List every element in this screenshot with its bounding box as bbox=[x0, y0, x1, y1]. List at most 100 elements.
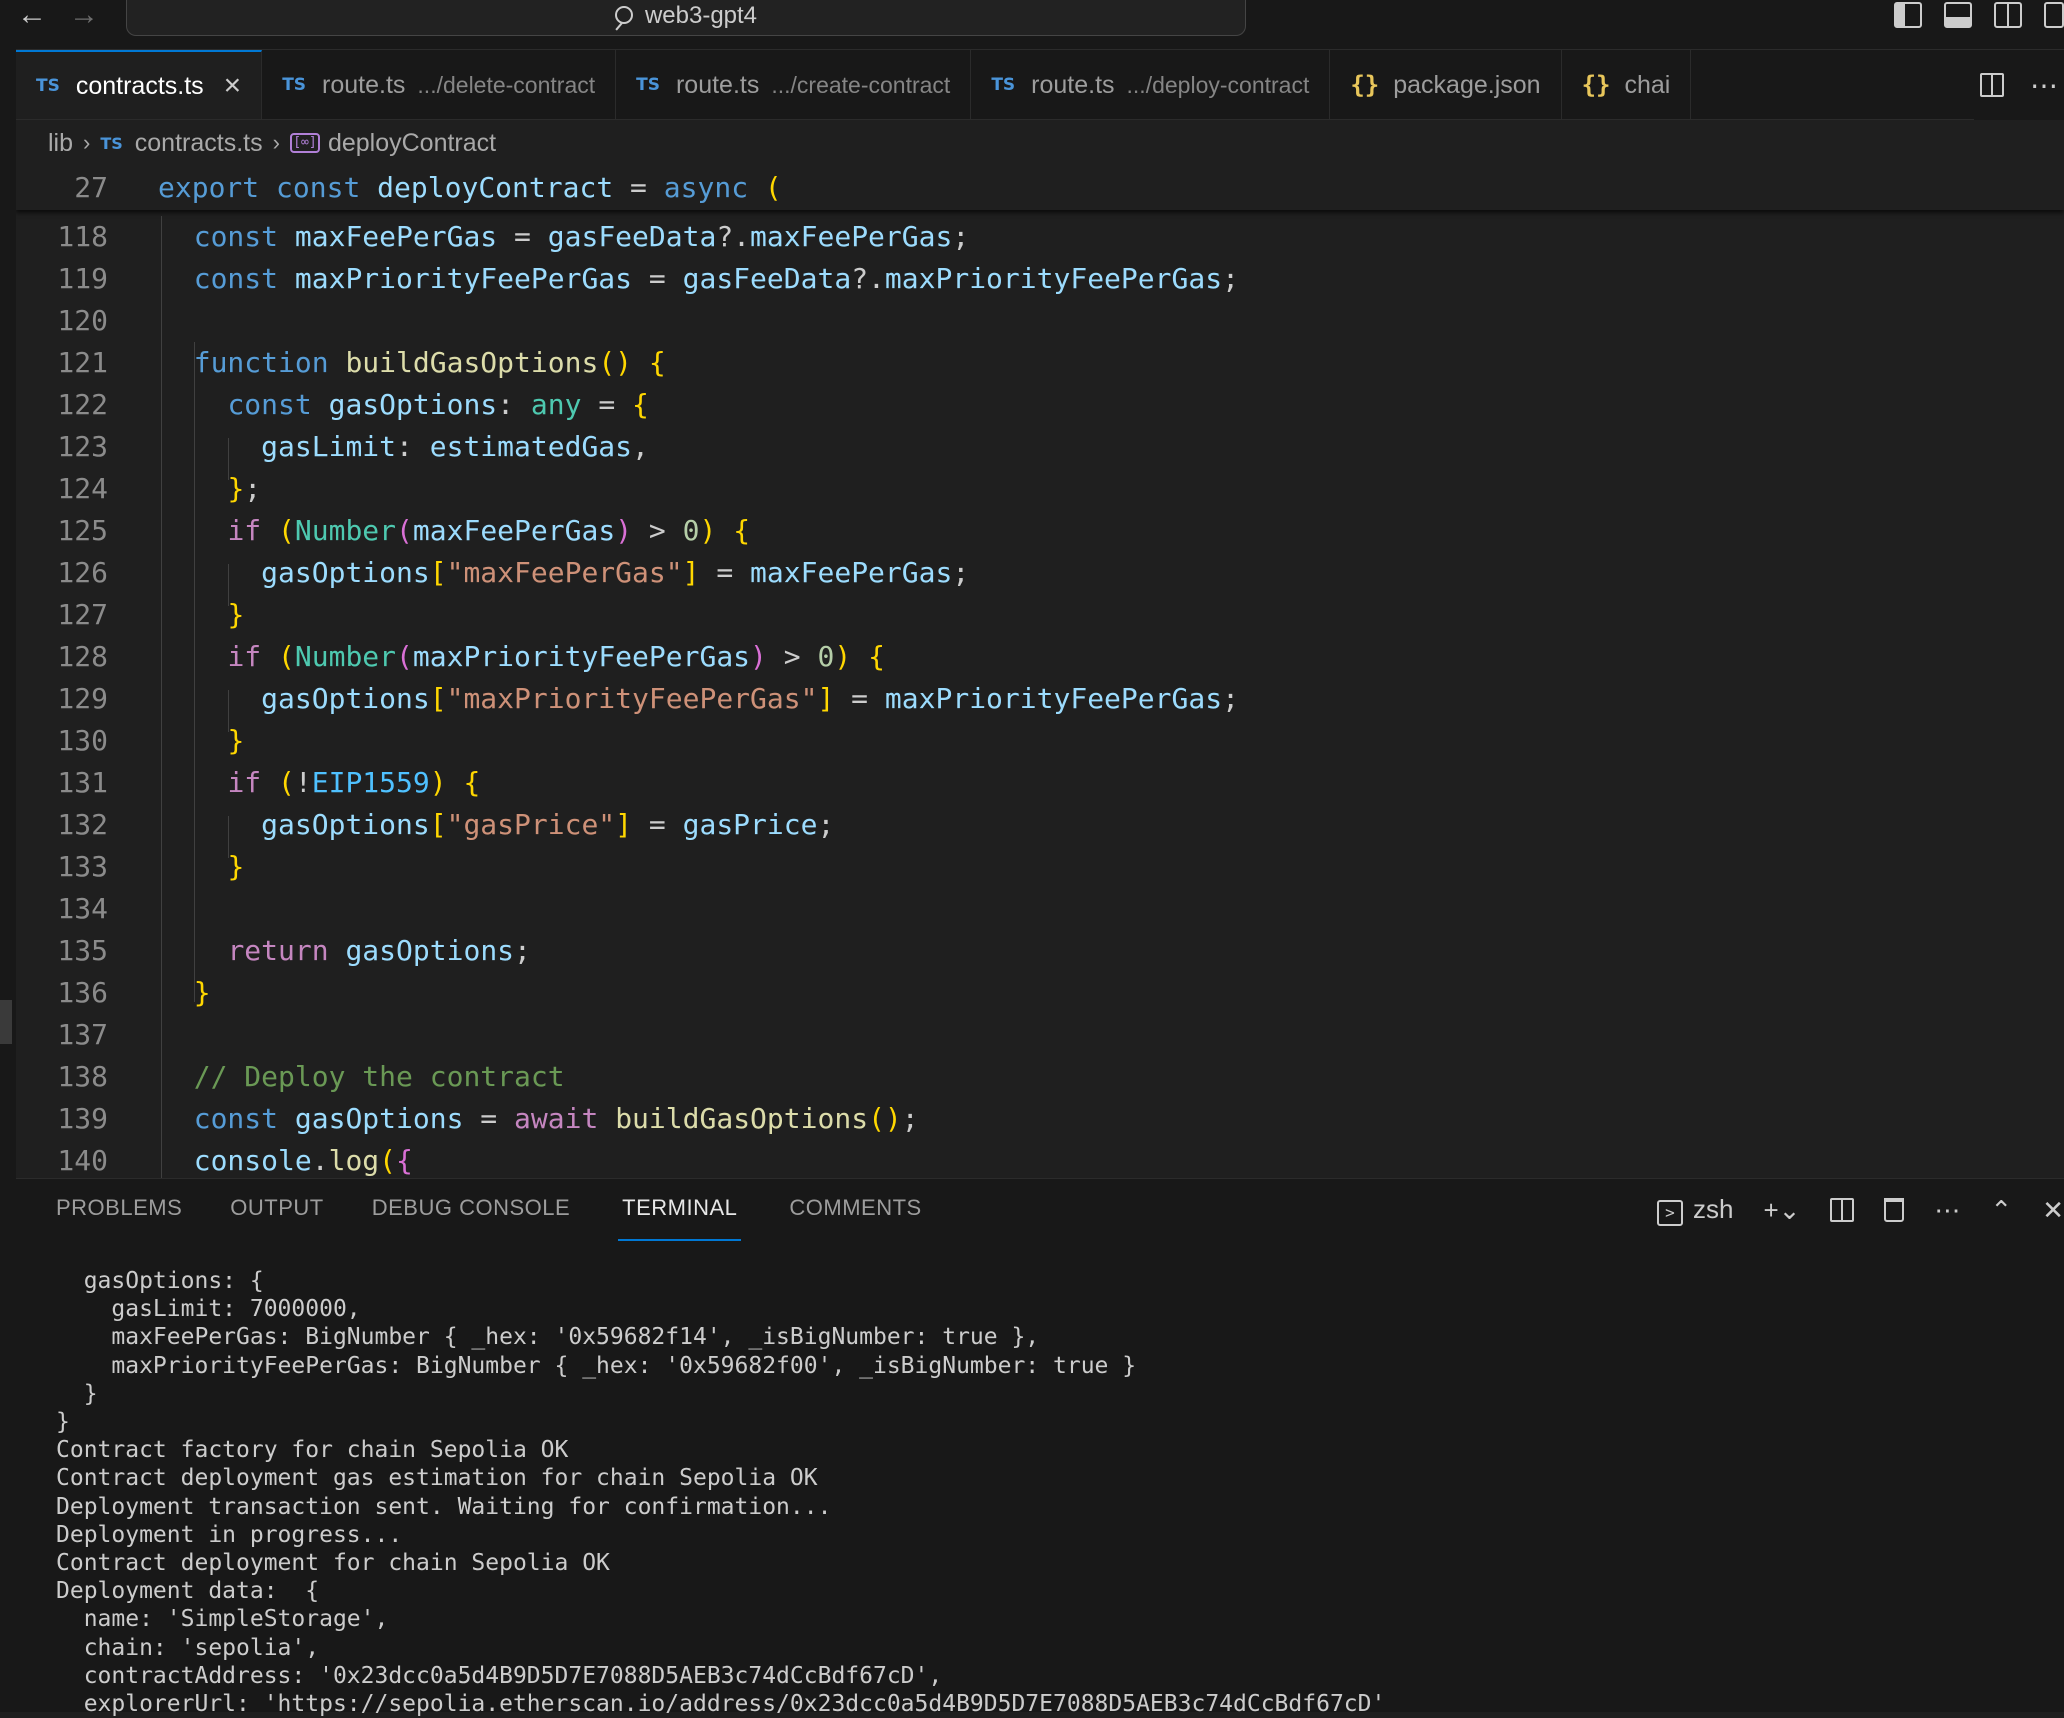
code-line[interactable]: 129 gasOptions["maxPriorityFeePerGas"] =… bbox=[16, 678, 2064, 720]
json-file-icon: {} bbox=[1350, 71, 1380, 99]
indent-guide bbox=[228, 690, 229, 732]
breadcrumb-folder[interactable]: lib bbox=[48, 129, 73, 158]
terminal-line: explorerUrl: 'https://sepolia.etherscan.… bbox=[56, 1691, 1386, 1718]
code-line[interactable]: 118 const maxFeePerGas = gasFeeData?.max… bbox=[16, 216, 2064, 258]
chevron-right-icon: › bbox=[83, 130, 91, 155]
toggle-panel-icon[interactable] bbox=[1944, 2, 1972, 28]
back-arrow-icon[interactable]: ← bbox=[12, 0, 52, 34]
line-number: 125 bbox=[57, 514, 108, 547]
tab-label: contracts.ts bbox=[75, 71, 204, 100]
code-line[interactable]: 122 const gasOptions: any = { bbox=[16, 384, 2064, 426]
code-text: if (!EIP1559) { bbox=[227, 766, 481, 799]
line-number: 126 bbox=[57, 556, 108, 589]
close-icon[interactable]: × bbox=[224, 71, 242, 101]
code-line[interactable]: 130 } bbox=[16, 720, 2064, 762]
new-terminal-icon[interactable]: +⌄ bbox=[1763, 1195, 1800, 1226]
panel-tabs: PROBLEMS OUTPUT DEBUG CONSOLE TERMINAL COMME… bbox=[56, 1179, 922, 1241]
code-line[interactable]: 124 }; bbox=[16, 468, 2064, 510]
code-text: gasOptions["maxPriorityFeePerGas"] = max… bbox=[261, 682, 1239, 715]
terminal-shell-selector[interactable]: > zsh bbox=[1656, 1194, 1734, 1226]
terminal-shell-name: zsh bbox=[1692, 1194, 1734, 1224]
code-text: }; bbox=[227, 472, 262, 505]
more-actions-icon[interactable]: ⋯ bbox=[1934, 1195, 1960, 1226]
panel-tab-terminal[interactable]: TERMINAL bbox=[618, 1179, 742, 1241]
indent-guide bbox=[194, 342, 195, 1002]
code-line[interactable]: 125 if (Number(maxFeePerGas) > 0) { bbox=[16, 510, 2064, 552]
code-text: const maxFeePerGas = gasFeeData?.maxFeeP… bbox=[193, 220, 970, 253]
code-line[interactable]: 139 const gasOptions = await buildGasOpt… bbox=[16, 1098, 2064, 1140]
code-text: } bbox=[193, 976, 211, 1009]
tab-description: .../delete-contract bbox=[417, 71, 596, 98]
code-text: gasOptions["maxFeePerGas"] = maxFeePerGa… bbox=[261, 556, 970, 589]
split-editor-icon[interactable] bbox=[1980, 73, 2004, 97]
code-line[interactable]: 120 bbox=[16, 300, 2064, 342]
breadcrumb-symbol[interactable]: deployContract bbox=[328, 129, 496, 158]
indent-guide bbox=[228, 438, 229, 480]
customize-layout-icon[interactable] bbox=[2044, 2, 2064, 28]
code-line[interactable]: 127 } bbox=[16, 594, 2064, 636]
code-line[interactable]: 137 bbox=[16, 1014, 2064, 1056]
code-line[interactable]: 128 if (Number(maxPriorityFeePerGas) > 0… bbox=[16, 636, 2064, 678]
tab-description: .../create-contract bbox=[771, 71, 951, 98]
code-line[interactable]: 133 } bbox=[16, 846, 2064, 888]
editor-tabs: TS contracts.ts × TS route.ts .../delete-cont… bbox=[16, 50, 2064, 120]
breadcrumb-file[interactable]: contracts.ts bbox=[135, 129, 263, 158]
code-line[interactable]: 132 gasOptions["gasPrice"] = gasPrice; bbox=[16, 804, 2064, 846]
typescript-file-icon: TS bbox=[636, 75, 660, 95]
maximize-panel-icon[interactable]: ⌃ bbox=[1990, 1195, 2012, 1226]
typescript-file-icon: TS bbox=[36, 76, 60, 96]
panel-tab-problems[interactable]: PROBLEMS bbox=[56, 1179, 182, 1241]
line-number: 138 bbox=[57, 1060, 108, 1093]
panel-tab-comments[interactable]: COMMENTS bbox=[789, 1179, 921, 1241]
terminal-line: Deployment transaction sent. Waiting for… bbox=[56, 1493, 832, 1520]
code-line[interactable]: 126 gasOptions["maxFeePerGas"] = maxFeeP… bbox=[16, 552, 2064, 594]
code-line[interactable]: 119 const maxPriorityFeePerGas = gasFeeD… bbox=[16, 258, 2064, 300]
forward-arrow-icon[interactable]: → bbox=[64, 0, 104, 34]
code-line[interactable]: 131 if (!EIP1559) { bbox=[16, 762, 2064, 804]
line-number: 135 bbox=[57, 934, 108, 967]
code-line[interactable]: 121 function buildGasOptions() { bbox=[16, 342, 2064, 384]
terminal-line: Contract deployment for chain Sepolia OK bbox=[56, 1550, 610, 1577]
scroll-indicator bbox=[0, 1000, 12, 1044]
split-terminal-icon[interactable] bbox=[1830, 1198, 1855, 1222]
indent-guide bbox=[228, 816, 229, 858]
typescript-file-icon: TS bbox=[282, 75, 307, 95]
terminal-icon: > bbox=[1656, 1200, 1683, 1226]
code-line[interactable]: 140 console.log({ bbox=[16, 1140, 2064, 1178]
code-line[interactable]: 123 gasLimit: estimatedGas, bbox=[16, 426, 2064, 468]
chevron-right-icon: › bbox=[272, 130, 280, 155]
search-icon bbox=[614, 6, 633, 24]
terminal-output[interactable]: gasOptions: { gasLimit: 7000000, maxFeeP… bbox=[56, 1267, 1385, 1718]
code-line[interactable]: 136 } bbox=[16, 972, 2064, 1014]
code-text: if (Number(maxFeePerGas) > 0) { bbox=[227, 514, 751, 547]
editor-tab[interactable]: TS contracts.ts × bbox=[16, 50, 263, 119]
sticky-scroll-line[interactable]: 27 export const deployContract = async ( bbox=[16, 166, 2064, 210]
more-actions-icon[interactable]: ⋯ bbox=[2030, 69, 2058, 102]
code-editor[interactable]: 27 export const deployContract = async ( 1… bbox=[16, 166, 2064, 1178]
trash-icon[interactable] bbox=[1884, 1198, 1905, 1222]
panel-tab-debug-console[interactable]: DEBUG CONSOLE bbox=[372, 1179, 570, 1241]
code-text: } bbox=[227, 724, 245, 757]
typescript-file-icon: TS bbox=[100, 133, 123, 153]
editor-tab[interactable]: {} package.json bbox=[1330, 50, 1562, 119]
terminal-line: } bbox=[56, 1380, 98, 1407]
line-number: 129 bbox=[57, 682, 108, 715]
editor-tab[interactable]: TS route.ts .../deploy-contract bbox=[971, 50, 1331, 119]
toggle-secondary-sidebar-icon[interactable] bbox=[1994, 2, 2022, 28]
panel-tab-output[interactable]: OUTPUT bbox=[230, 1179, 323, 1241]
editor-tab[interactable]: {} chai bbox=[1562, 50, 1692, 119]
close-panel-icon[interactable]: ✕ bbox=[2042, 1195, 2064, 1226]
editor-tab[interactable]: TS route.ts .../create-contract bbox=[616, 50, 972, 119]
line-number: 139 bbox=[57, 1102, 108, 1135]
terminal-line: gasOptions: { bbox=[56, 1268, 264, 1294]
toggle-primary-sidebar-icon[interactable] bbox=[1894, 2, 1922, 28]
code-text: if (Number(maxPriorityFeePerGas) > 0) { bbox=[227, 640, 885, 673]
layout-controls bbox=[1894, 0, 2064, 34]
terminal-line: } bbox=[56, 1409, 70, 1436]
code-line[interactable]: 134 bbox=[16, 888, 2064, 930]
code-line[interactable]: 135 return gasOptions; bbox=[16, 930, 2064, 972]
line-number: 120 bbox=[57, 304, 108, 337]
command-center[interactable]: web3-gpt4 bbox=[126, 0, 1246, 36]
editor-tab[interactable]: TS route.ts .../delete-contract bbox=[262, 50, 617, 119]
code-line[interactable]: 138 // Deploy the contract bbox=[16, 1056, 2064, 1098]
